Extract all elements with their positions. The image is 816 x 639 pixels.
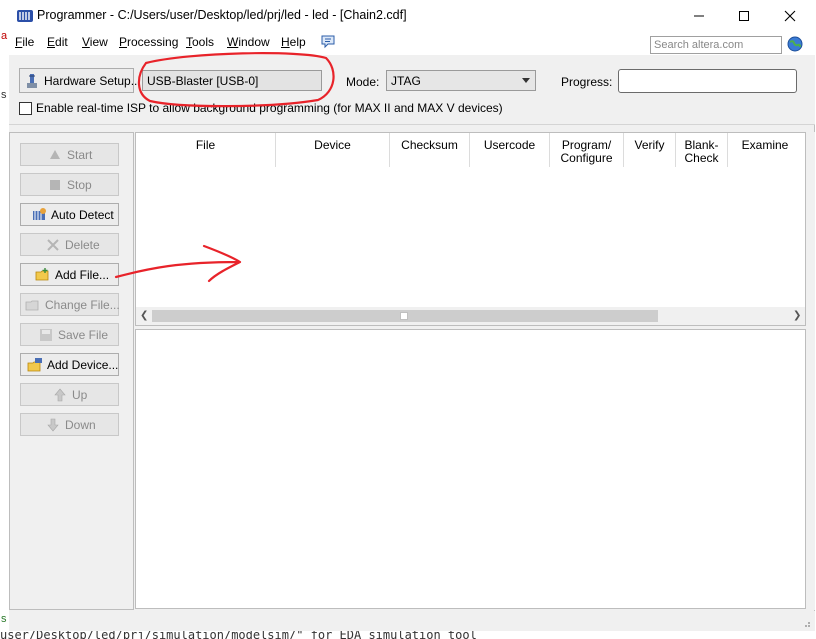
down-button[interactable]: Down — [20, 413, 119, 436]
scrollbar-grip-icon — [400, 312, 408, 320]
dropdown-arrow-icon — [522, 78, 530, 83]
scroll-right-arrow-icon[interactable]: ❯ — [793, 311, 801, 321]
enable-isp-label: Enable real-time ISP to allow background… — [36, 101, 503, 115]
background-text-fragment: s — [1, 89, 7, 101]
start-button[interactable]: Start — [20, 143, 119, 166]
maximize-button[interactable] — [721, 0, 767, 31]
auto-detect-icon — [31, 207, 47, 223]
device-chain-table: File Device Checksum Usercode Program/Co… — [135, 132, 806, 326]
change-file-label: Change File... — [45, 297, 120, 312]
enable-isp-checkbox[interactable] — [19, 102, 32, 115]
status-bar — [9, 611, 815, 631]
column-header-checksum[interactable]: Checksum — [390, 133, 470, 167]
mode-select[interactable]: JTAG — [386, 70, 536, 91]
up-label: Up — [72, 387, 88, 402]
window-edge-scrollbar — [807, 132, 815, 610]
menu-tools[interactable]: Tools — [186, 35, 214, 49]
programmer-app-icon — [16, 7, 34, 25]
auto-detect-button[interactable]: Auto Detect — [20, 203, 119, 226]
menu-window[interactable]: Window — [227, 35, 270, 49]
column-header-usercode[interactable]: Usercode — [470, 133, 550, 167]
hardware-setup-icon — [24, 73, 40, 89]
menu-file[interactable]: File — [15, 35, 34, 49]
hardware-setup-label: Hardware Setup... — [44, 73, 141, 88]
save-file-button[interactable]: Save File — [20, 323, 119, 346]
scroll-left-arrow-icon[interactable]: ❮ — [140, 311, 148, 321]
stop-button[interactable]: Stop — [20, 173, 119, 196]
add-device-button[interactable]: Add Device... — [20, 353, 119, 376]
change-file-icon — [25, 297, 41, 313]
mode-value: JTAG — [391, 74, 421, 88]
whats-this-help-icon[interactable] — [320, 34, 336, 50]
add-device-icon — [27, 357, 43, 373]
background-text-fragment: s — [1, 613, 7, 625]
column-header-device[interactable]: Device — [276, 133, 390, 167]
background-text-fragment: a — [1, 30, 8, 42]
title-bar[interactable]: Programmer - C:/Users/user/Desktop/led/p… — [9, 0, 815, 31]
programmer-actions-panel: Start Stop Auto Detect Delete Add File..… — [9, 132, 134, 610]
menu-bar: File Edit View Processing Tools Window H… — [9, 31, 815, 55]
hardware-field: USB-Blaster [USB-0] — [142, 70, 322, 91]
column-header-verify[interactable]: Verify — [624, 133, 676, 167]
column-header-file[interactable]: File — [136, 133, 276, 167]
minimize-button[interactable] — [676, 0, 722, 31]
save-file-icon — [38, 327, 54, 343]
progress-bar — [618, 69, 797, 93]
progress-label: Progress: — [561, 75, 613, 89]
search-altera-input[interactable]: Search altera.com — [650, 36, 782, 54]
hardware-toolbar: Hardware Setup... USB-Blaster [USB-0] Mo… — [9, 55, 815, 125]
delete-icon — [45, 237, 61, 253]
up-button[interactable]: Up — [20, 383, 119, 406]
delete-button[interactable]: Delete — [20, 233, 119, 256]
menu-help[interactable]: Help — [281, 35, 306, 49]
change-file-button[interactable]: Change File... — [20, 293, 120, 316]
add-file-icon — [35, 267, 51, 283]
menu-processing[interactable]: Processing — [119, 35, 178, 49]
add-file-button[interactable]: Add File... — [20, 263, 119, 286]
start-icon — [47, 147, 63, 163]
auto-detect-label: Auto Detect — [51, 207, 114, 222]
stop-icon — [47, 177, 63, 193]
start-label: Start — [67, 147, 93, 162]
add-file-label: Add File... — [55, 267, 110, 282]
table-horizontal-scrollbar[interactable]: ❮ ❯ — [136, 307, 805, 325]
down-label: Down — [65, 417, 96, 432]
hardware-setup-button[interactable]: Hardware Setup... — [19, 68, 141, 93]
device-chain-diagram — [135, 329, 806, 609]
programmer-window: Programmer - C:/Users/user/Desktop/led/p… — [9, 0, 815, 631]
menu-edit[interactable]: Edit — [47, 35, 68, 49]
delete-label: Delete — [65, 237, 100, 252]
menu-view[interactable]: View — [82, 35, 108, 49]
column-header-blank-check[interactable]: Blank- Check — [676, 133, 728, 167]
add-device-label: Add Device... — [47, 357, 119, 372]
down-arrow-icon — [45, 417, 61, 433]
globe-icon[interactable] — [787, 36, 803, 52]
column-header-program-configure[interactable]: Program/Configure — [550, 133, 624, 167]
close-button[interactable] — [767, 0, 813, 31]
resize-grip-icon[interactable] — [801, 618, 811, 628]
column-header-examine[interactable]: Examine — [728, 133, 802, 167]
mode-label: Mode: — [346, 75, 380, 89]
window-title: Programmer - C:/Users/user/Desktop/led/p… — [37, 8, 407, 22]
save-file-label: Save File — [58, 327, 109, 342]
stop-label: Stop — [67, 177, 92, 192]
up-arrow-icon — [52, 387, 68, 403]
